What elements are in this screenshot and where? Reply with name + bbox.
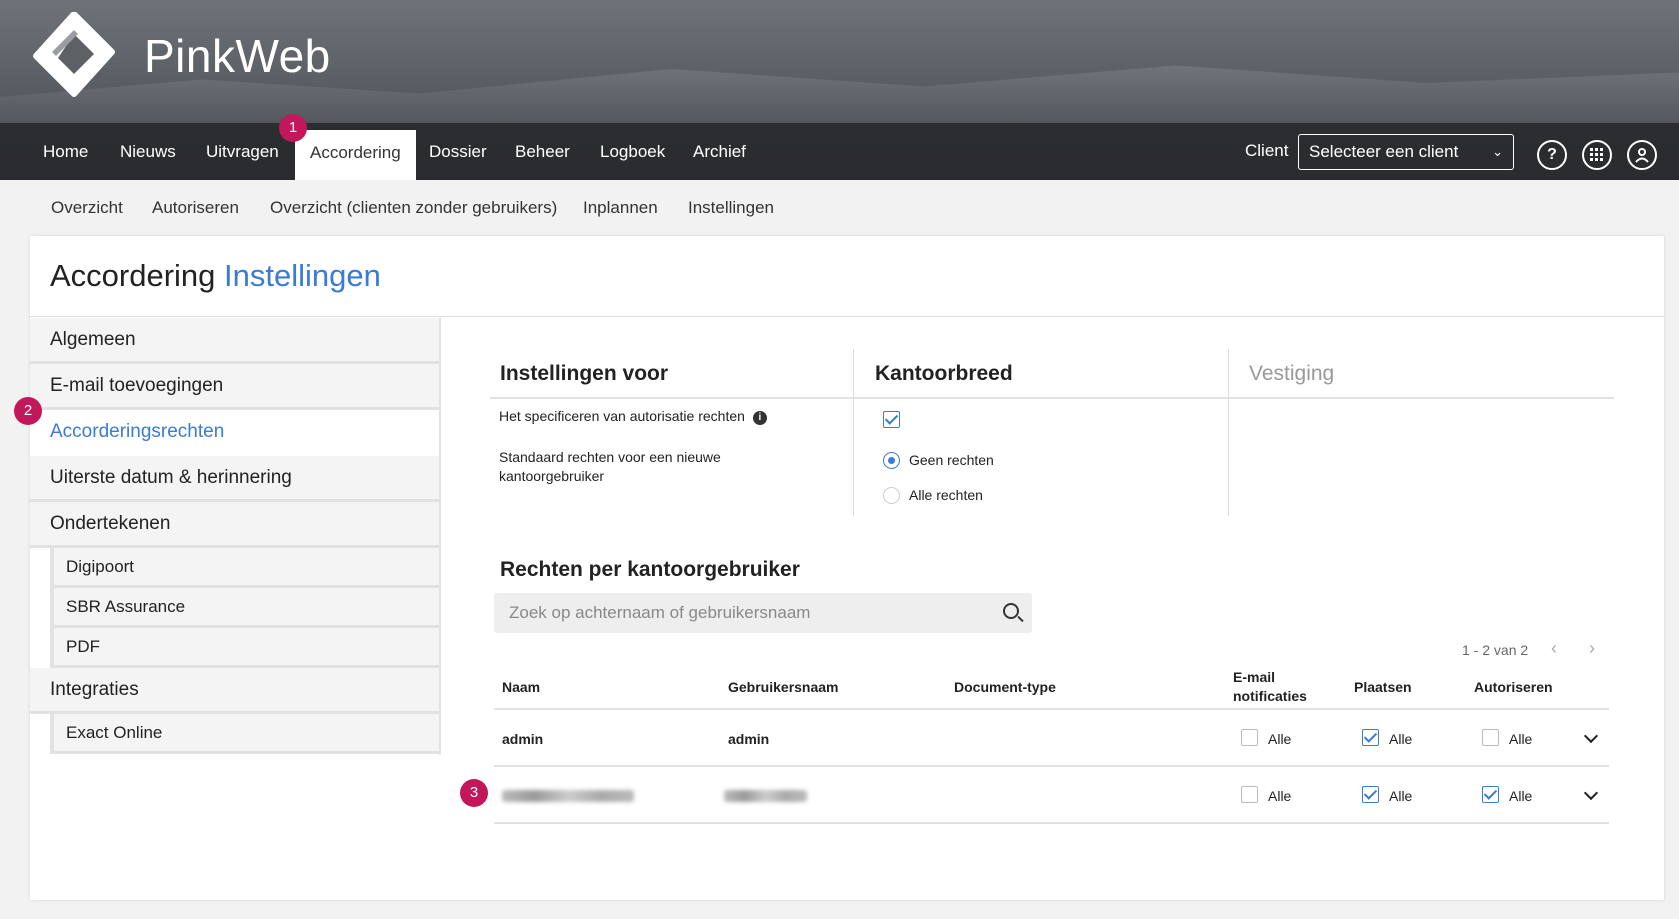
row2-autoriseren-label: Alle <box>1509 788 1533 804</box>
help-icon[interactable]: ? <box>1537 140 1567 170</box>
row1-gebruikersnaam: admin <box>728 731 770 747</box>
radio-geen-rechten-label: Geen rechten <box>909 452 994 468</box>
specificeren-checkbox[interactable] <box>883 411 900 428</box>
row-standaard-rechten-label: Standaard rechten voor een nieuwe kantoo… <box>499 449 721 484</box>
users-head-divider <box>494 708 1609 710</box>
row2-divider <box>494 822 1609 824</box>
side-sub-pdf[interactable]: PDF <box>50 628 439 668</box>
th-gebruikersnaam: Gebruikersnaam <box>728 679 839 695</box>
side-item-accorderingsrechten[interactable]: Accorderingsrechten <box>30 410 439 456</box>
nav-archief[interactable]: Archief <box>678 123 761 180</box>
th-email-notificaties: E-mail notificaties <box>1233 669 1307 704</box>
radio-alle-rechten-label: Alle rechten <box>909 487 983 503</box>
row1-plaatsen-checkbox[interactable] <box>1362 729 1379 746</box>
side-sub-sbr-assurance[interactable]: SBR Assurance <box>50 588 439 628</box>
nav-nieuws[interactable]: Nieuws <box>105 123 191 180</box>
user-account-icon[interactable] <box>1627 140 1657 170</box>
row1-plaatsen-label: Alle <box>1389 731 1413 747</box>
col-kantoorbreed: Kantoorbreed <box>875 362 1013 385</box>
nav-beheer[interactable]: Beheer <box>500 123 585 180</box>
row2-autoriseren-checkbox[interactable] <box>1482 786 1499 803</box>
chevron-right-icon[interactable]: › <box>1589 638 1595 659</box>
settings-card: Accordering Instellingen Algemeen E-mail… <box>30 236 1664 900</box>
client-label: Client <box>1245 141 1289 160</box>
side-item-ondertekenen[interactable]: Ondertekenen <box>30 502 439 548</box>
app-name: PinkWeb <box>144 30 331 82</box>
client-select[interactable]: Selecteer een client ⌄ <box>1298 134 1514 170</box>
th-autoriseren: Autoriseren <box>1474 679 1553 695</box>
col-instellingen-voor: Instellingen voor <box>500 362 669 385</box>
row1-divider <box>494 765 1609 767</box>
row1-naam: admin <box>502 731 544 747</box>
side-sub-exact-online[interactable]: Exact Online <box>50 714 439 754</box>
row2-gebruikersnaam-redacted <box>724 790 807 802</box>
settings-col-divider-1 <box>853 349 854 516</box>
settings-head-divider <box>490 397 1614 399</box>
side-menu-edge <box>439 318 441 755</box>
row1-autoriseren-checkbox[interactable] <box>1482 729 1499 746</box>
page-title-accent: Instellingen <box>224 258 381 293</box>
row2-plaatsen-checkbox[interactable] <box>1362 786 1379 803</box>
step-badge-1: 1 <box>279 114 307 142</box>
subnav-instellingen[interactable]: Instellingen <box>688 198 774 218</box>
step-badge-2: 2 <box>14 397 42 425</box>
step-badge-3: 3 <box>460 779 488 807</box>
subnav-inplannen[interactable]: Inplannen <box>583 198 658 218</box>
nav-uitvragen[interactable]: Uitvragen <box>191 123 294 180</box>
user-search-box <box>494 593 1032 633</box>
nav-home[interactable]: Home <box>28 123 103 180</box>
row2-naam-redacted <box>502 790 634 802</box>
radio-alle-rechten[interactable] <box>883 487 900 504</box>
row2-email-label: Alle <box>1268 788 1292 804</box>
th-document-type: Document-type <box>954 679 1056 695</box>
th-plaatsen: Plaatsen <box>1354 679 1412 695</box>
settings-col-divider-2 <box>1228 349 1229 516</box>
search-icon[interactable] <box>1003 603 1019 619</box>
row1-email-checkbox[interactable] <box>1241 729 1258 746</box>
row-specificeren-label: Het specificeren van autorisatie rechten… <box>499 407 767 426</box>
nav-logboek[interactable]: Logboek <box>585 123 680 180</box>
row2-plaatsen-label: Alle <box>1389 788 1413 804</box>
side-item-integraties[interactable]: Integraties <box>30 668 439 714</box>
subnav-overzicht-clienten[interactable]: Overzicht (clienten zonder gebruikers) <box>270 198 557 218</box>
side-item-email-toevoegingen[interactable]: E-mail toevoegingen <box>30 364 439 410</box>
sub-navbar <box>0 180 1679 236</box>
client-select-value: Selecteer een client <box>1309 142 1459 161</box>
row2-email-checkbox[interactable] <box>1241 786 1258 803</box>
chevron-down-icon: ⌄ <box>1492 144 1503 159</box>
apps-grid-icon[interactable] <box>1582 140 1612 170</box>
page-title: Accordering Instellingen <box>50 258 381 293</box>
subnav-overzicht[interactable]: Overzicht <box>51 198 123 218</box>
side-item-uiterste-datum[interactable]: Uiterste datum & herinnering <box>30 456 439 502</box>
th-naam: Naam <box>502 679 541 695</box>
title-divider <box>30 316 1664 317</box>
user-search-input[interactable] <box>494 593 984 633</box>
nav-accordering[interactable]: Accordering <box>295 130 416 180</box>
users-section-title: Rechten per kantoorgebruiker <box>500 558 800 581</box>
app-logo[interactable]: PinkWeb <box>30 11 331 100</box>
row1-email-label: Alle <box>1268 731 1292 747</box>
radio-geen-rechten[interactable] <box>883 452 900 469</box>
logo-icon <box>30 11 118 100</box>
info-icon[interactable]: i <box>752 411 767 425</box>
subnav-autoriseren[interactable]: Autoriseren <box>152 198 239 218</box>
side-item-algemeen[interactable]: Algemeen <box>30 318 439 364</box>
nav-dossier[interactable]: Dossier <box>414 123 502 180</box>
chevron-left-icon[interactable]: ‹ <box>1551 638 1557 659</box>
row1-autoriseren-label: Alle <box>1509 731 1533 747</box>
pager-info: 1 - 2 van 2 <box>1462 642 1529 658</box>
col-vestiging[interactable]: Vestiging <box>1249 362 1334 386</box>
side-sub-digipoort[interactable]: Digipoort <box>50 548 439 588</box>
